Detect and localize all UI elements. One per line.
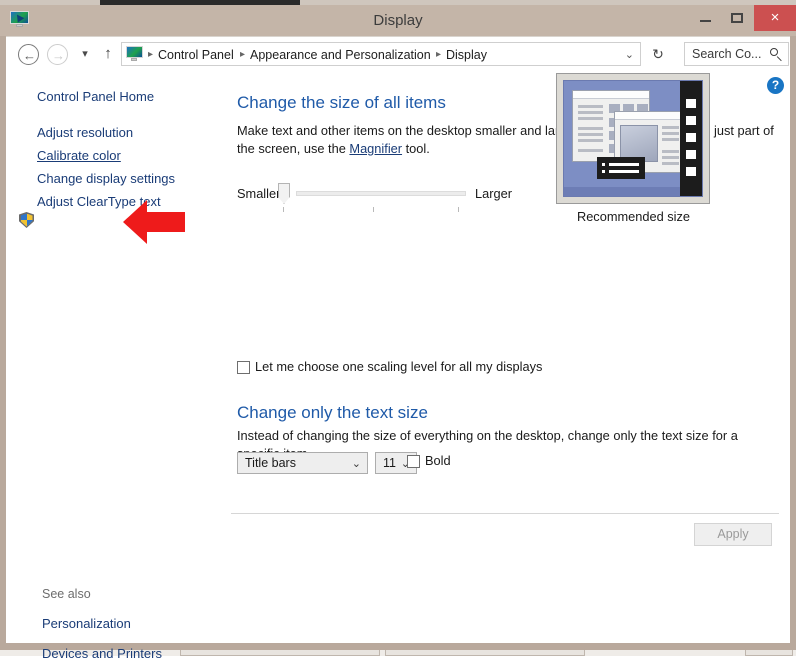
breadcrumb-control-panel[interactable]: Control Panel — [158, 46, 234, 64]
bold-checkbox-label: Bold — [425, 453, 451, 468]
minimize-icon — [700, 20, 711, 22]
breadcrumb-separator-1: ▸ — [240, 49, 246, 60]
preview-window-back-titlebar — [573, 91, 649, 99]
breadcrumb-separator-2: ▸ — [436, 49, 442, 60]
chevron-down-icon: ⌄ — [351, 458, 361, 470]
bold-checkbox[interactable] — [407, 455, 420, 468]
forward-arrow-icon: → — [52, 48, 65, 63]
search-input-text: Search Co... — [692, 47, 762, 61]
preview-screen — [563, 80, 703, 197]
breadcrumb-separator-0: ▸ — [148, 49, 154, 60]
content-separator — [231, 513, 779, 514]
maximize-button[interactable] — [722, 5, 752, 31]
sidebar: Control Panel Home Adjust resolution Cal… — [6, 70, 221, 661]
address-display-icon — [126, 46, 143, 62]
sidebar-item-devices-and-printers[interactable]: Devices and Printers — [42, 646, 162, 662]
preview-window-front-titlebar — [615, 112, 685, 120]
forward-button[interactable]: → — [47, 44, 68, 65]
page-title-size: Change the size of all items — [237, 93, 446, 112]
shield-icon — [19, 212, 34, 228]
text-item-select-value: Title bars — [245, 456, 296, 470]
scaling-checkbox[interactable] — [237, 361, 250, 374]
breadcrumb-display[interactable]: Display — [446, 46, 487, 64]
sidebar-item-control-panel-home[interactable]: Control Panel Home — [37, 89, 154, 105]
navigation-bar: ← → ▾ ↑ ▸ Control Panel ▸ Appearance and… — [6, 36, 790, 70]
chevron-down-icon[interactable]: ⌄ — [625, 47, 634, 63]
recent-locations-button[interactable]: ▾ — [78, 48, 92, 60]
text-item-select[interactable]: Title bars ⌄ — [237, 452, 368, 474]
preview-tooltip — [597, 157, 645, 179]
slider-label-larger: Larger — [475, 186, 512, 201]
slider-tick-1 — [373, 207, 374, 212]
sidebar-item-adjust-resolution[interactable]: Adjust resolution — [37, 125, 133, 141]
back-arrow-icon: ← — [23, 48, 36, 63]
window-title: Display — [373, 12, 423, 29]
address-bar[interactable]: ▸ Control Panel ▸ Appearance and Persona… — [121, 42, 641, 66]
display-settings-window: Display × ← → ▾ ↑ ▸ Control Panel ▸ Appe… — [0, 5, 796, 661]
scaling-slider-track[interactable] — [296, 191, 466, 196]
search-input[interactable]: Search Co... — [684, 42, 789, 66]
see-also-label: See also — [42, 587, 91, 601]
sidebar-item-calibrate-color[interactable]: Calibrate color — [37, 148, 121, 164]
close-icon: × — [770, 9, 780, 26]
apply-button[interactable]: Apply — [694, 523, 772, 546]
up-button[interactable]: ↑ — [100, 45, 116, 63]
sidebar-item-change-display-settings[interactable]: Change display settings — [37, 171, 175, 187]
help-icon[interactable]: ? — [767, 77, 784, 94]
text-size-select-value: 11 — [383, 456, 396, 470]
scaling-slider-group: Smaller Larger — [221, 180, 521, 220]
back-button[interactable]: ← — [18, 44, 39, 65]
slider-tick-2 — [458, 207, 459, 212]
preview-caption: Recommended size — [576, 209, 691, 224]
minimize-button[interactable] — [690, 5, 720, 31]
slider-tick-0 — [283, 207, 284, 212]
size-preview-image — [556, 73, 710, 204]
page-body: Control Panel Home Adjust resolution Cal… — [6, 70, 790, 661]
size-description-part2: tool. — [402, 141, 430, 156]
page-title-text-size: Change only the text size — [237, 403, 428, 422]
breadcrumb-appearance[interactable]: Appearance and Personalization — [250, 46, 431, 64]
refresh-button[interactable]: ↻ — [648, 44, 668, 64]
maximize-icon — [731, 13, 743, 23]
sidebar-item-personalization[interactable]: Personalization — [42, 616, 131, 632]
magnifier-link[interactable]: Magnifier — [349, 141, 402, 156]
scaling-checkbox-label: Let me choose one scaling level for all … — [255, 359, 543, 374]
window-titlebar: Display × — [0, 5, 796, 36]
preview-desktop-floor — [564, 187, 680, 196]
slider-label-smaller: Smaller — [237, 186, 281, 201]
sidebar-item-adjust-cleartype-text[interactable]: Adjust ClearType text — [37, 194, 161, 210]
close-button[interactable]: × — [754, 5, 796, 31]
content-panel: ? Change the size of all items Make text… — [221, 70, 790, 643]
text-size-controls: Title bars ⌄ 11 ⌄ Bold — [221, 452, 541, 478]
preview-taskbar — [680, 81, 702, 196]
search-icon — [769, 47, 783, 62]
